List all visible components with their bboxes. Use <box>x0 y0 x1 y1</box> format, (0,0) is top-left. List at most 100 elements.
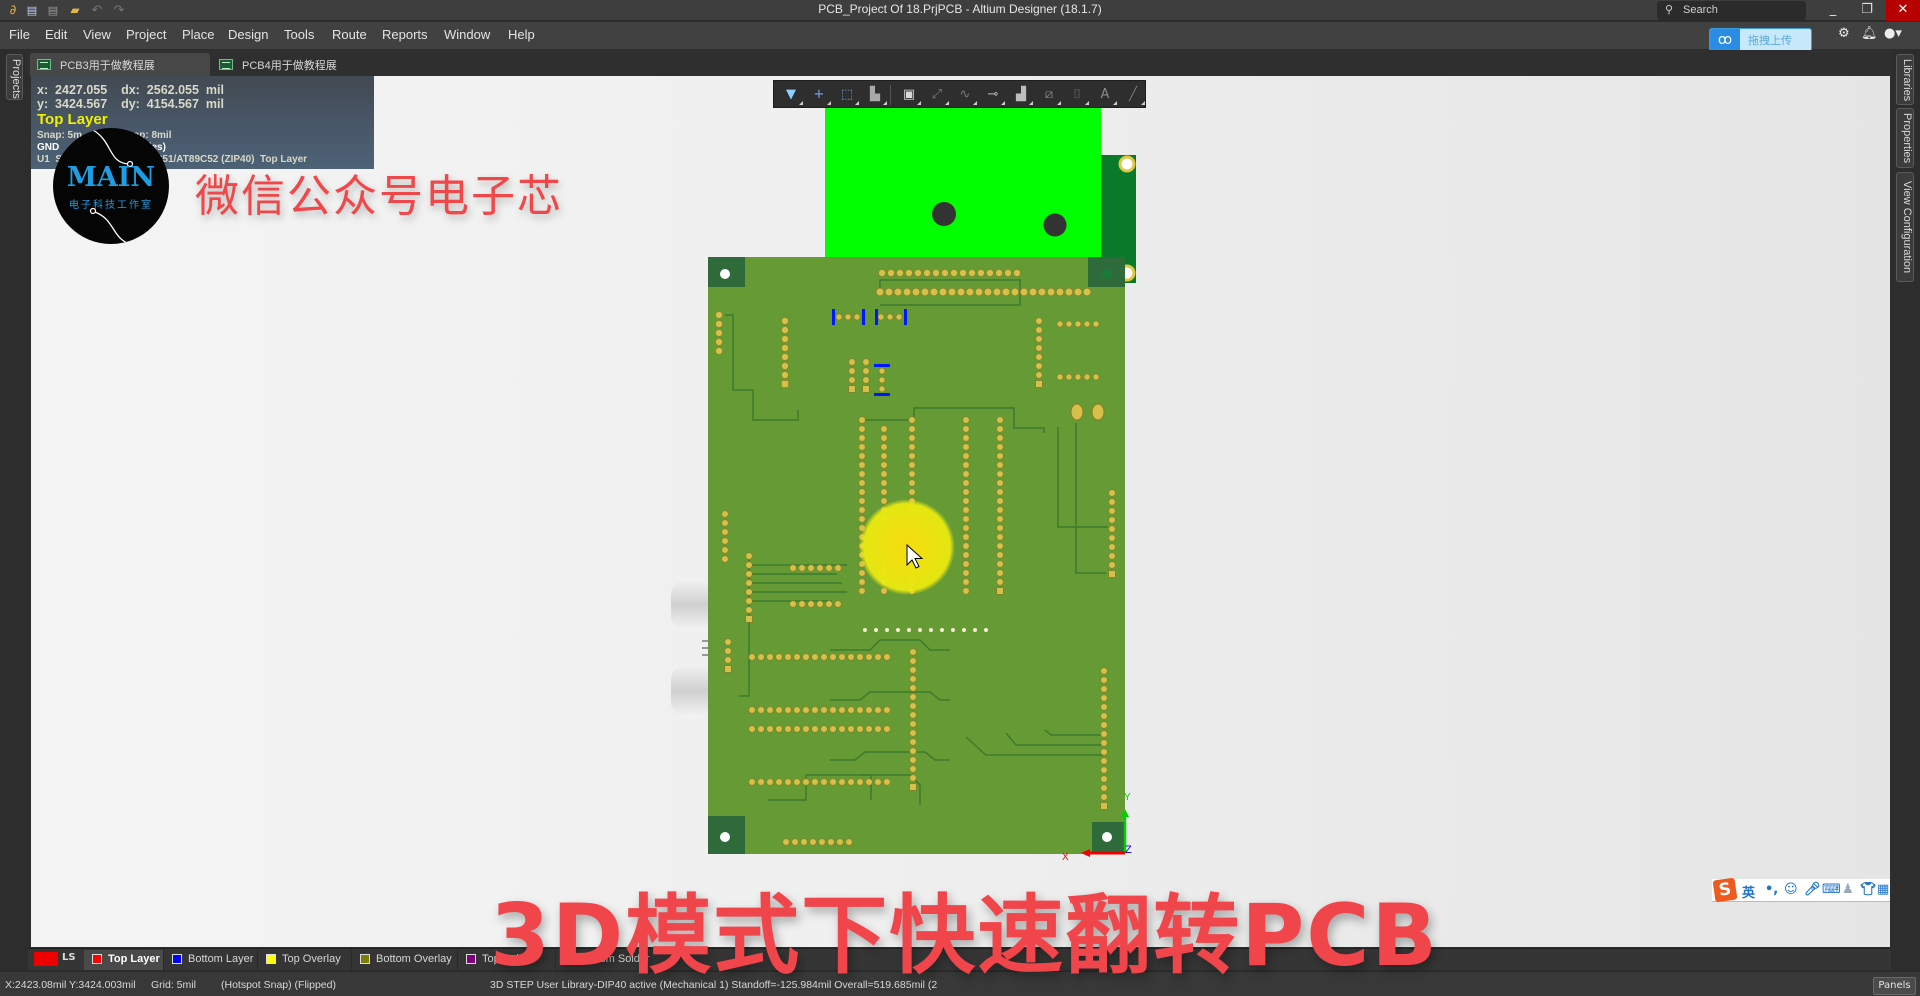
sogou-logo-icon[interactable]: S <box>1712 877 1738 903</box>
bottom-layer-marker <box>862 309 865 325</box>
via-icon[interactable]: ⊸ <box>980 84 1006 106</box>
pad <box>775 653 783 661</box>
select-rect-icon[interactable]: ⬚ <box>834 84 860 106</box>
pad <box>820 778 828 786</box>
current-layer-color-swatch <box>34 952 58 966</box>
pad <box>909 675 917 683</box>
line-icon[interactable]: ╱ <box>1120 84 1146 106</box>
hud-x-coords: x: 2427.055 dx: 2562.055 mil <box>37 83 224 97</box>
grid-icon[interactable]: ▦ <box>1877 882 1889 897</box>
pad <box>784 778 792 786</box>
pad <box>909 702 917 710</box>
emoji-icon[interactable]: ☺ <box>1784 882 1798 897</box>
layer-tab-bottom-overlay[interactable]: Bottom Overlay <box>352 950 458 970</box>
pad <box>1100 721 1108 729</box>
pad <box>908 488 916 496</box>
filter-icon[interactable]: ▼ <box>778 84 804 106</box>
pad <box>862 385 870 393</box>
pad <box>1100 748 1108 756</box>
pad <box>858 416 866 424</box>
pad <box>802 725 810 733</box>
region-icon[interactable]: ⧄ <box>1036 84 1062 106</box>
pad <box>996 425 1004 433</box>
pad <box>995 269 1003 277</box>
pad <box>809 838 817 846</box>
pad <box>836 838 844 846</box>
pad <box>956 287 966 297</box>
pad <box>1100 685 1108 693</box>
pad <box>1100 694 1108 702</box>
pad <box>848 385 856 393</box>
hud-current-layer: Top Layer <box>37 111 108 128</box>
pad <box>908 443 916 451</box>
cross-probe-icon[interactable]: + <box>806 84 832 106</box>
pad <box>962 479 970 487</box>
pad <box>862 358 870 366</box>
pad <box>856 778 864 786</box>
pad <box>962 497 970 505</box>
layer-color-swatch <box>266 954 276 964</box>
pad <box>886 313 894 321</box>
crystal-pad <box>1070 403 1084 421</box>
pad <box>862 367 870 375</box>
polygon-icon[interactable]: ▟ <box>1008 84 1034 106</box>
pad <box>721 546 729 554</box>
pad <box>996 533 1004 541</box>
active-bar-toolbar: ▼ + ⬚ ▙ ▣ ⤢ ∿ ⊸ ▟ ⧄ ⌷ A ╱ <box>773 80 1146 108</box>
pad <box>1004 269 1012 277</box>
microphone-icon[interactable]: 🎤︎ <box>1804 882 1821 897</box>
mount-hole <box>1102 832 1112 842</box>
pad <box>996 434 1004 442</box>
via <box>885 628 889 632</box>
pad <box>781 326 789 334</box>
pad <box>932 269 940 277</box>
pad <box>838 725 846 733</box>
skin-icon[interactable]: 👕︎ <box>1860 882 1877 897</box>
pad <box>878 376 886 384</box>
pad <box>1065 320 1073 328</box>
pad <box>1100 802 1108 810</box>
layer-set-button[interactable]: LS <box>34 951 80 968</box>
route-icon[interactable]: ⤢ <box>924 84 950 106</box>
pad <box>1064 287 1074 297</box>
pad <box>1100 703 1108 711</box>
align-icon[interactable]: ▙ <box>862 84 888 106</box>
dimension-icon[interactable]: ⌷ <box>1064 84 1090 106</box>
video-caption: 3D模式下快速翻转PCB <box>490 886 1439 986</box>
mount-ring <box>1118 155 1136 173</box>
pad <box>880 425 888 433</box>
ime-language-toggle[interactable]: 英 <box>1742 882 1755 901</box>
pad <box>793 706 801 714</box>
altium-designer-window: ∂ ▤ ▤ ▰ ↶ ↷ PCB_Project Of 18.PrjPCB - A… <box>0 0 1920 996</box>
pad <box>996 569 1004 577</box>
diff-pair-icon[interactable]: ∿ <box>952 84 978 106</box>
layer-tab-top-overlay[interactable]: Top Overlay <box>258 950 352 970</box>
keyboard-icon[interactable]: ⌨ <box>1822 882 1841 897</box>
component-icon[interactable]: ▣ <box>896 84 922 106</box>
pad <box>811 653 819 661</box>
layer-tab-bottom-layer[interactable]: Bottom Layer <box>164 950 258 970</box>
pad <box>745 570 753 578</box>
via <box>940 628 944 632</box>
hud-y-coords: y: 3424.567 dy: 4154.567 mil <box>37 97 224 111</box>
via <box>918 628 922 632</box>
audio-jack-connector <box>671 664 711 718</box>
pad <box>909 693 917 701</box>
pad <box>962 434 970 442</box>
pad <box>775 778 783 786</box>
user-icon[interactable]: ♟ <box>1842 882 1854 897</box>
via <box>874 628 878 632</box>
pad <box>996 416 1004 424</box>
pad <box>959 269 967 277</box>
punctuation-icon[interactable]: •, <box>1765 882 1778 897</box>
pad <box>1065 373 1073 381</box>
pad <box>1108 534 1116 542</box>
pad <box>766 725 774 733</box>
text-icon[interactable]: A <box>1092 84 1118 106</box>
pad <box>811 725 819 733</box>
layer-tab-top-layer[interactable]: Top Layer <box>84 950 164 970</box>
layer-color-swatch <box>360 954 370 964</box>
panels-button[interactable]: Panels <box>1873 977 1916 995</box>
pad <box>880 443 888 451</box>
pad <box>962 452 970 460</box>
